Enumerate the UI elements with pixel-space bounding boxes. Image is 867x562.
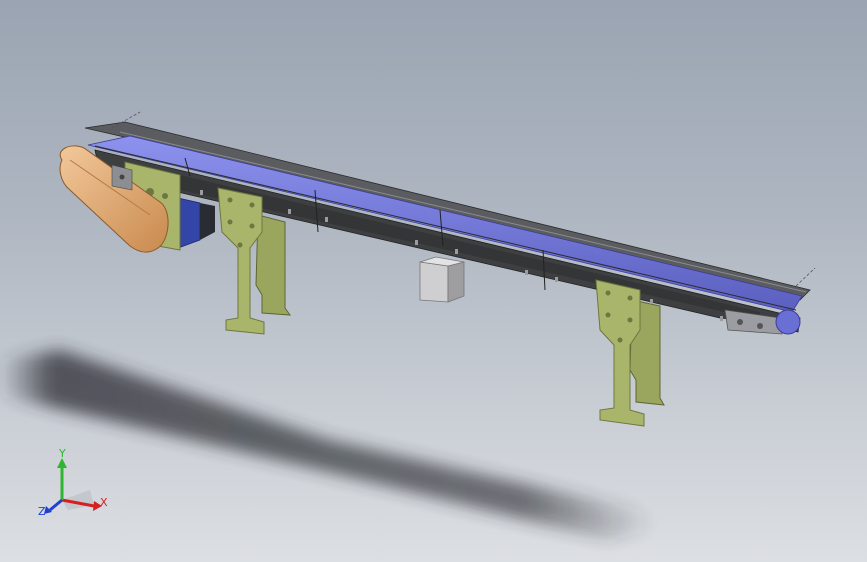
3d-viewport[interactable]: X Y Z <box>0 0 867 562</box>
ground-shadow <box>0 350 655 540</box>
x-axis-label: X <box>100 496 108 509</box>
junction-box <box>419 256 465 303</box>
z-axis-label: Z <box>38 505 46 518</box>
orientation-triad[interactable]: X Y Z <box>38 447 108 518</box>
y-axis-label: Y <box>58 447 66 460</box>
conveyor-model-view[interactable]: X Y Z <box>0 0 867 562</box>
z-axis <box>49 498 63 512</box>
